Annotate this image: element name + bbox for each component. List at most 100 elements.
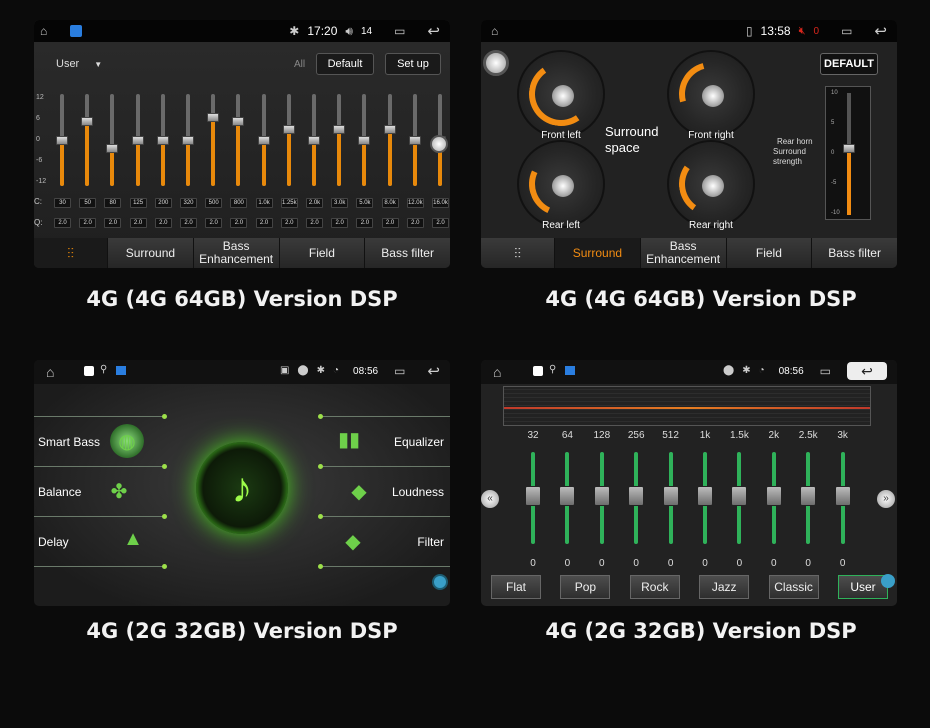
freq-chip[interactable]: 80 [104, 198, 122, 208]
freq-chip[interactable]: 1.25k [280, 198, 298, 208]
tab-eq[interactable]: ⫶⫶ [34, 238, 108, 268]
eq-slider-knob[interactable] [232, 116, 245, 126]
dial-front-right[interactable]: Front right [667, 50, 755, 141]
freq-chip[interactable]: 3.0k [331, 198, 349, 208]
preset-button-classic[interactable]: Classic [768, 575, 819, 599]
preset-button-rock[interactable]: Rock [629, 575, 680, 599]
music-orb-icon[interactable]: ♪ [196, 442, 288, 534]
freq-chip[interactable]: 500 [205, 198, 223, 208]
q-chip[interactable]: 2.0 [230, 218, 248, 228]
band-slider-knob[interactable] [834, 486, 851, 506]
setup-button[interactable]: Set up [385, 53, 441, 75]
eq-slider[interactable] [131, 94, 144, 186]
freq-chip[interactable]: 16.0k [432, 198, 449, 208]
eq-slider[interactable] [81, 94, 94, 186]
eq-slider-knob[interactable] [81, 116, 94, 126]
q-chip[interactable]: 2.0 [356, 218, 374, 228]
volume-icon[interactable]: 🔊︎ [345, 25, 353, 37]
eq-toggle-knob[interactable] [430, 135, 448, 153]
band-slider-knob[interactable] [731, 486, 748, 506]
band-slider[interactable] [800, 452, 817, 544]
preset-button-flat[interactable]: Flat [491, 575, 541, 599]
recent-apps-icon[interactable]: ▭ [820, 365, 831, 377]
freq-chip[interactable]: 5.0k [356, 198, 374, 208]
back-button[interactable]: ↩ [847, 362, 887, 380]
q-chip[interactable]: 2.0 [154, 218, 172, 228]
float-knob[interactable] [483, 50, 509, 76]
q-chip[interactable]: 2.0 [180, 218, 197, 228]
band-slider[interactable] [628, 452, 645, 544]
band-slider[interactable] [697, 452, 713, 544]
band-slider[interactable] [765, 452, 782, 544]
eq-slider-knob[interactable] [207, 113, 220, 122]
q-chip[interactable]: 2.0 [79, 218, 97, 228]
q-chip[interactable]: 2.0 [255, 218, 273, 228]
freq-chip[interactable]: 12.0k [406, 198, 424, 208]
assistive-touch-icon[interactable] [881, 574, 895, 588]
band-slider[interactable] [559, 452, 576, 544]
recent-apps-icon[interactable]: ▭ [394, 365, 405, 377]
eq-slider-knob[interactable] [383, 124, 396, 134]
home-icon[interactable]: ⌂ [40, 25, 47, 37]
band-slider-knob[interactable] [525, 486, 541, 506]
home-icon[interactable]: ⌂ [493, 365, 501, 379]
recent-apps-icon[interactable]: ▭ [394, 25, 405, 37]
eq-slider-knob[interactable] [308, 136, 320, 145]
freq-chip[interactable]: 125 [129, 198, 147, 208]
dial-rear-left[interactable]: Rear left [517, 140, 605, 231]
default-button[interactable]: Default [316, 53, 374, 75]
tab-bass-enhancement[interactable]: Bass Enhancement [194, 238, 280, 268]
eq-slider-knob[interactable] [333, 124, 346, 134]
band-slider[interactable] [662, 452, 679, 544]
band-slider-knob[interactable] [697, 486, 713, 506]
scroll-left-button[interactable]: « [481, 490, 499, 508]
assistive-touch-icon[interactable] [432, 574, 448, 590]
eq-slider-knob[interactable] [282, 124, 295, 134]
eq-slider[interactable] [207, 94, 220, 186]
band-slider-knob[interactable] [765, 486, 782, 506]
scroll-right-button[interactable]: » [877, 490, 895, 508]
eq-slider[interactable] [257, 94, 270, 186]
band-slider-knob[interactable] [628, 486, 645, 506]
eq-slider[interactable] [358, 94, 371, 186]
q-chip[interactable]: 2.0 [381, 218, 399, 228]
eq-slider[interactable] [182, 94, 194, 186]
tab-surround[interactable]: Surround [555, 238, 641, 268]
band-slider[interactable] [834, 452, 851, 544]
eq-slider[interactable] [333, 94, 346, 186]
preset-button-jazz[interactable]: Jazz [699, 575, 750, 599]
eq-slider[interactable] [106, 94, 119, 186]
freq-chip[interactable]: 200 [154, 198, 172, 208]
back-icon[interactable]: ↩ [427, 364, 440, 379]
eq-slider-knob[interactable] [408, 136, 421, 145]
recent-apps-icon[interactable]: ▭ [841, 25, 852, 37]
band-slider[interactable] [731, 452, 748, 544]
eq-slider-knob[interactable] [156, 136, 169, 145]
back-icon[interactable]: ↩ [874, 24, 887, 39]
home-icon[interactable]: ⌂ [46, 365, 54, 379]
freq-chip[interactable]: 1.0k [255, 198, 273, 208]
all-label[interactable]: All [294, 59, 305, 70]
q-chip[interactable]: 2.0 [406, 218, 424, 228]
eq-slider-knob[interactable] [182, 136, 194, 145]
tab-field[interactable]: Field [727, 238, 813, 268]
q-chip[interactable]: 2.0 [280, 218, 298, 228]
preset-dropdown[interactable]: User ▼ [56, 58, 102, 70]
band-slider-knob[interactable] [662, 486, 679, 506]
tab-eq[interactable]: ⫶⫶ [481, 238, 555, 268]
eq-slider[interactable] [408, 94, 421, 186]
freq-chip[interactable]: 800 [230, 198, 248, 208]
eq-slider-knob[interactable] [56, 136, 68, 145]
band-slider[interactable] [593, 452, 610, 544]
tab-bass-enhancement[interactable]: Bass Enhancement [641, 238, 727, 268]
freq-chip[interactable]: 30 [54, 198, 71, 208]
eq-slider[interactable] [56, 94, 68, 186]
back-icon[interactable]: ↩ [427, 24, 440, 39]
eq-slider[interactable] [232, 94, 245, 186]
mute-icon[interactable]: 🔇︎ [799, 25, 806, 38]
q-chip[interactable]: 2.0 [104, 218, 122, 228]
freq-chip[interactable]: 50 [79, 198, 97, 208]
q-chip[interactable]: 2.0 [331, 218, 349, 228]
eq-slider[interactable] [156, 94, 169, 186]
eq-slider-knob[interactable] [358, 136, 371, 145]
